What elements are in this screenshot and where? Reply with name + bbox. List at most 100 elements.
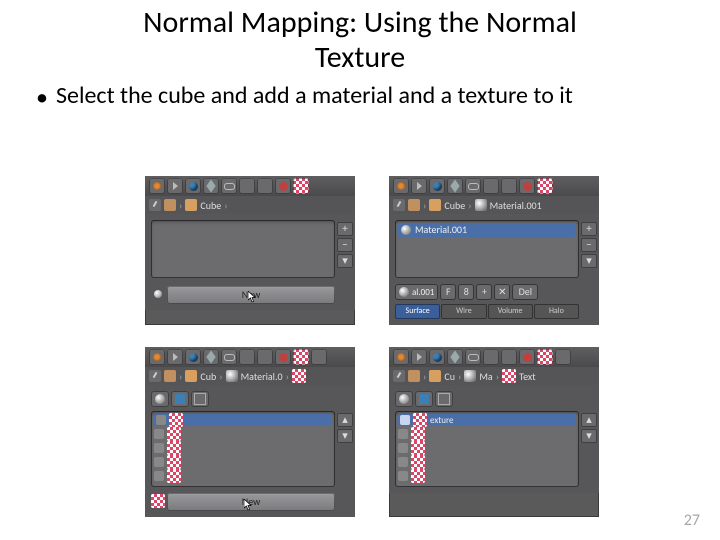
pin-icon[interactable] xyxy=(149,199,161,211)
render-tab-icon[interactable] xyxy=(149,178,165,194)
checker-icon xyxy=(167,427,181,441)
texture-context-brush[interactable] xyxy=(435,391,453,407)
texture-slot[interactable] xyxy=(154,470,332,482)
texture-slot-name: exture xyxy=(430,415,454,426)
panel-body: Material.001 + − ▾ al.001 F 8 + ✕ xyxy=(389,214,599,325)
material-ball-icon[interactable] xyxy=(151,287,165,301)
objectdata-tab-icon[interactable] xyxy=(501,178,517,194)
material-tab-icon[interactable] xyxy=(519,178,535,194)
texture-context-material[interactable] xyxy=(395,391,413,407)
texture-slot[interactable] xyxy=(154,456,332,468)
objectdata-tab-icon[interactable] xyxy=(257,178,273,194)
particles-tab-icon[interactable] xyxy=(311,349,327,365)
move-up-button[interactable]: ▴ xyxy=(337,413,353,427)
constraints-tab-icon[interactable] xyxy=(221,349,237,365)
screenshot-a: › Cube › + − ▾ New xyxy=(145,176,355,325)
tab-volume[interactable]: Volume xyxy=(488,304,533,319)
screenshot-c: › Cub › Material.0 › xyxy=(145,347,355,517)
bullet-list: • Select the cube and add a material and… xyxy=(36,81,684,112)
texture-tab-icon[interactable] xyxy=(537,178,553,194)
unlink-button[interactable]: ✕ xyxy=(494,284,510,300)
move-up-button[interactable]: ▴ xyxy=(581,413,597,427)
render-tab-icon[interactable] xyxy=(149,349,165,365)
slot-menu-button[interactable]: ▾ xyxy=(581,254,597,268)
texture-slot-list[interactable]: exture ▴ ▾ xyxy=(395,411,579,487)
object-tab-icon[interactable] xyxy=(203,349,219,365)
texture-context-world[interactable] xyxy=(171,391,189,407)
constraints-tab-icon[interactable] xyxy=(221,178,237,194)
add-slot-button[interactable]: + xyxy=(337,222,353,236)
scene-tab-icon[interactable] xyxy=(167,178,183,194)
remove-slot-button[interactable]: − xyxy=(337,238,353,252)
texture-context-world[interactable] xyxy=(415,391,433,407)
texture-tab-icon[interactable] xyxy=(293,349,309,365)
texture-tab-icon[interactable] xyxy=(537,349,553,365)
slot-menu-button[interactable]: ▾ xyxy=(337,254,353,268)
scene-icon xyxy=(164,199,176,211)
texture-slot[interactable] xyxy=(154,414,332,426)
new-material-button[interactable]: New xyxy=(167,286,335,304)
pin-icon[interactable] xyxy=(149,370,161,382)
texture-slot[interactable] xyxy=(154,428,332,440)
chevron-right-icon: › xyxy=(468,199,471,212)
object-tab-icon[interactable] xyxy=(447,349,463,365)
breadcrumb-object: Cub xyxy=(200,370,216,383)
scene-tab-icon[interactable] xyxy=(411,178,427,194)
material-slot-list[interactable]: + − ▾ xyxy=(151,220,335,278)
move-down-button[interactable]: ▾ xyxy=(337,429,353,443)
pin-icon[interactable] xyxy=(393,370,405,382)
texture-slot[interactable] xyxy=(398,456,576,468)
delete-button[interactable]: Del xyxy=(512,284,538,300)
object-tab-icon[interactable] xyxy=(447,178,463,194)
particles-tab-icon[interactable] xyxy=(555,349,571,365)
modifiers-tab-icon[interactable] xyxy=(483,349,499,365)
texture-slot[interactable] xyxy=(398,442,576,454)
material-tab-icon[interactable] xyxy=(519,349,535,365)
object-tab-icon[interactable] xyxy=(203,178,219,194)
render-tab-icon[interactable] xyxy=(393,178,409,194)
material-slot-list[interactable]: Material.001 + − ▾ xyxy=(395,220,579,278)
scene-tab-icon[interactable] xyxy=(411,349,427,365)
texture-slot[interactable]: exture xyxy=(398,414,576,426)
texture-slot-list[interactable]: ▴ ▾ xyxy=(151,411,335,487)
material-id-field[interactable]: al.001 xyxy=(395,284,438,300)
texture-slot[interactable] xyxy=(398,470,576,482)
new-texture-button[interactable]: New xyxy=(167,493,335,511)
constraints-tab-icon[interactable] xyxy=(465,178,481,194)
world-tab-icon[interactable] xyxy=(429,349,445,365)
world-tab-icon[interactable] xyxy=(429,178,445,194)
world-tab-icon[interactable] xyxy=(185,178,201,194)
tab-wire[interactable]: Wire xyxy=(441,304,486,319)
texture-browse-icon[interactable] xyxy=(151,494,165,508)
add-new-button[interactable]: + xyxy=(476,284,492,300)
datablock-row: New xyxy=(151,284,335,304)
texture-slot[interactable] xyxy=(154,442,332,454)
add-slot-button[interactable]: + xyxy=(581,222,597,236)
objectdata-tab-icon[interactable] xyxy=(257,349,273,365)
remove-slot-button[interactable]: − xyxy=(581,238,597,252)
scene-tab-icon[interactable] xyxy=(167,349,183,365)
texture-tab-icon[interactable] xyxy=(293,178,309,194)
slide-title: Normal Mapping: Using the Normal Texture xyxy=(70,0,650,75)
tab-halo[interactable]: Halo xyxy=(534,304,579,319)
modifiers-tab-icon[interactable] xyxy=(239,349,255,365)
pin-icon[interactable] xyxy=(393,199,405,211)
objectdata-tab-icon[interactable] xyxy=(501,349,517,365)
fake-user-button[interactable]: F xyxy=(440,284,456,300)
constraints-tab-icon[interactable] xyxy=(465,349,481,365)
material-tab-icon[interactable] xyxy=(275,349,291,365)
material-tab-icon[interactable] xyxy=(275,178,291,194)
move-down-button[interactable]: ▾ xyxy=(581,429,597,443)
chevron-right-icon: › xyxy=(224,199,227,212)
modifiers-tab-icon[interactable] xyxy=(239,178,255,194)
world-tab-icon[interactable] xyxy=(185,349,201,365)
checker-icon xyxy=(167,441,181,455)
texture-context-brush[interactable] xyxy=(191,391,209,407)
texture-slot[interactable] xyxy=(398,428,576,440)
render-tab-icon[interactable] xyxy=(393,349,409,365)
modifiers-tab-icon[interactable] xyxy=(483,178,499,194)
breadcrumb-texture: Text xyxy=(519,370,536,383)
material-type-tabs: Surface Wire Volume Halo xyxy=(395,304,579,319)
texture-context-material[interactable] xyxy=(151,391,169,407)
tab-surface[interactable]: Surface xyxy=(395,304,440,319)
